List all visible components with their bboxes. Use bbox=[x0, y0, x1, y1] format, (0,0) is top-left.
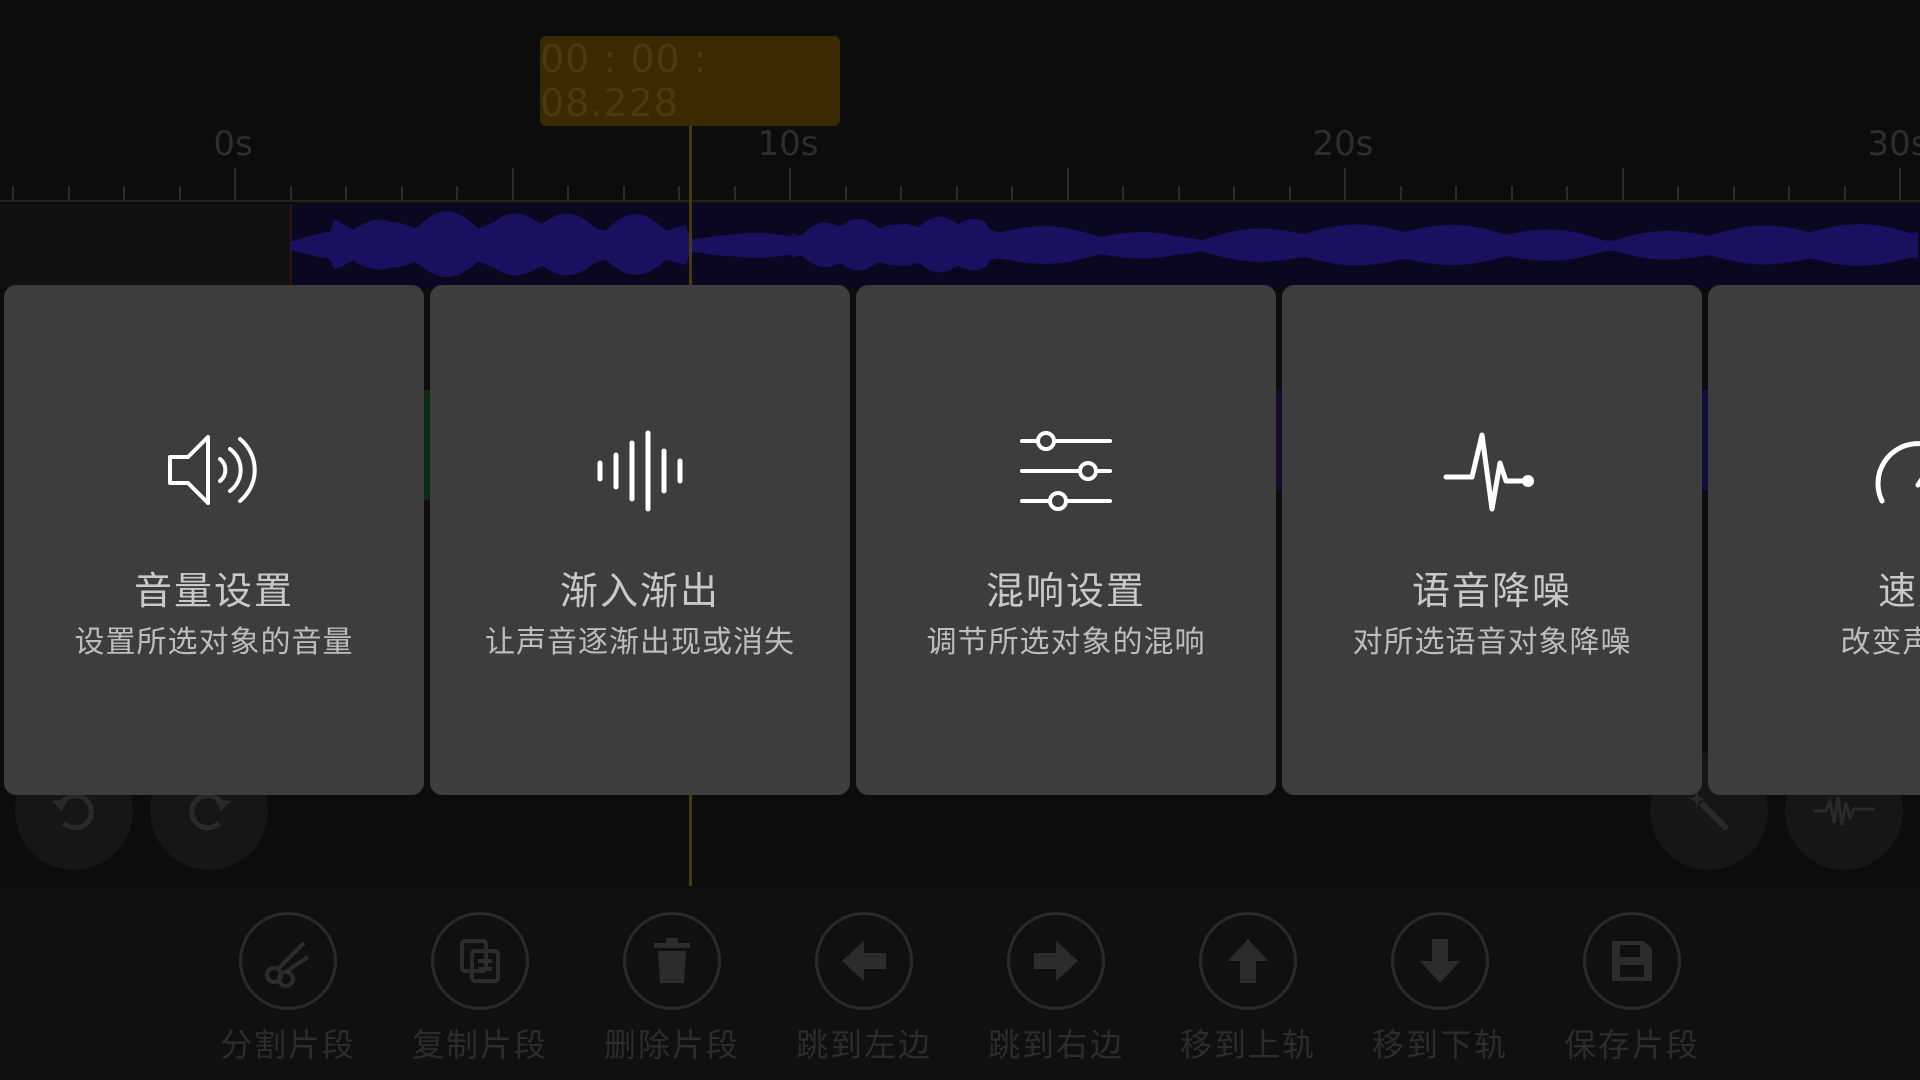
audio-bars-icon bbox=[597, 430, 683, 512]
timeline-ruler[interactable]: 0s 10s 20s 30s bbox=[0, 120, 1920, 202]
scissors-icon bbox=[265, 941, 310, 988]
card-description: 调节所选对象的混响 bbox=[926, 625, 1206, 660]
ruler-tick bbox=[1344, 168, 1346, 202]
tool-label: 复制片段 bbox=[411, 1026, 548, 1064]
card-description: 让声音逐渐出现或消失 bbox=[485, 625, 795, 660]
pulse-icon bbox=[1443, 432, 1534, 512]
move-down-track-button[interactable]: 移到下轨 bbox=[1360, 912, 1520, 1066]
waveform bbox=[290, 211, 1918, 278]
ruler-tick bbox=[511, 168, 514, 202]
ruler-label-0: 0s bbox=[213, 124, 253, 164]
save-icon bbox=[1612, 941, 1652, 981]
card-description: 对所选语音对象降噪 bbox=[1352, 625, 1632, 660]
tool-label: 分割片段 bbox=[219, 1026, 356, 1064]
ruler-tick bbox=[1066, 168, 1069, 202]
tool-label: 移到上轨 bbox=[1179, 1026, 1316, 1064]
bottom-toolbar: 分割片段 复制片段 删除片段 跳到左边 跳到右边 移到上轨 移到下轨 保存片段 bbox=[0, 888, 1920, 1080]
tool-label: 移到下轨 bbox=[1371, 1026, 1508, 1064]
trash-icon bbox=[654, 938, 690, 983]
arrow-up-icon bbox=[1228, 939, 1268, 983]
jump-right-button[interactable]: 跳到右边 bbox=[976, 912, 1136, 1066]
copy-icon bbox=[460, 939, 500, 983]
speaker-icon bbox=[168, 435, 257, 505]
jump-left-button[interactable]: 跳到左边 bbox=[784, 912, 944, 1066]
copy-clip-button[interactable]: 复制片段 bbox=[400, 912, 560, 1066]
tool-label: 跳到左边 bbox=[795, 1026, 932, 1064]
arrow-right-icon bbox=[1034, 941, 1078, 981]
card-voice-denoise[interactable]: 语音降噪 对所选语音对象降噪 bbox=[1282, 285, 1702, 795]
tool-label: 跳到右边 bbox=[987, 1026, 1124, 1064]
card-title: 渐入渐出 bbox=[559, 569, 720, 613]
ruler-tick bbox=[1899, 168, 1901, 202]
delete-clip-button[interactable]: 删除片段 bbox=[592, 912, 752, 1066]
ruler-label-20: 20s bbox=[1312, 124, 1374, 164]
ruler-label-10: 10s bbox=[757, 124, 819, 164]
card-description: 改变声音播 bbox=[1840, 625, 1920, 660]
save-clip-button[interactable]: 保存片段 bbox=[1552, 912, 1712, 1066]
ruler-tick bbox=[1621, 168, 1624, 202]
card-title: 语音降噪 bbox=[1411, 569, 1572, 613]
move-up-track-button[interactable]: 移到上轨 bbox=[1168, 912, 1328, 1066]
arrow-down-icon bbox=[1420, 939, 1460, 983]
speedometer-icon bbox=[1875, 441, 1920, 504]
card-title: 速度 bbox=[1877, 569, 1920, 613]
ruler-label-30: 30s bbox=[1867, 124, 1920, 164]
sliders-icon bbox=[1020, 431, 1112, 511]
card-title: 音量设置 bbox=[133, 569, 294, 613]
audio-editor: 00 : 00 : 08.228 0s 10s 20s 30s 音量设置 设置所… bbox=[0, 0, 1920, 1080]
card-title: 混响设置 bbox=[985, 569, 1146, 613]
effect-cards: 音量设置 设置所选对象的音量 渐入渐出 让声音逐渐出现或消失 混响设置 调节所选… bbox=[0, 285, 1920, 795]
card-reverb-settings[interactable]: 混响设置 调节所选对象的混响 bbox=[856, 285, 1276, 795]
tool-label: 保存片段 bbox=[1563, 1026, 1700, 1064]
ruler-tick bbox=[789, 168, 791, 202]
waveform-icon bbox=[1814, 795, 1874, 826]
split-clip-button[interactable]: 分割片段 bbox=[208, 912, 368, 1066]
tool-label: 删除片段 bbox=[603, 1026, 740, 1064]
arrow-left-icon bbox=[842, 941, 886, 981]
current-time-display: 00 : 00 : 08.228 bbox=[540, 36, 840, 126]
card-fade-in-out[interactable]: 渐入渐出 让声音逐渐出现或消失 bbox=[430, 285, 850, 795]
card-description: 设置所选对象的音量 bbox=[74, 625, 354, 660]
card-speed[interactable]: 速度 改变声音播 bbox=[1708, 285, 1920, 795]
ruler-tick bbox=[234, 168, 236, 202]
card-volume-settings[interactable]: 音量设置 设置所选对象的音量 bbox=[4, 285, 424, 795]
